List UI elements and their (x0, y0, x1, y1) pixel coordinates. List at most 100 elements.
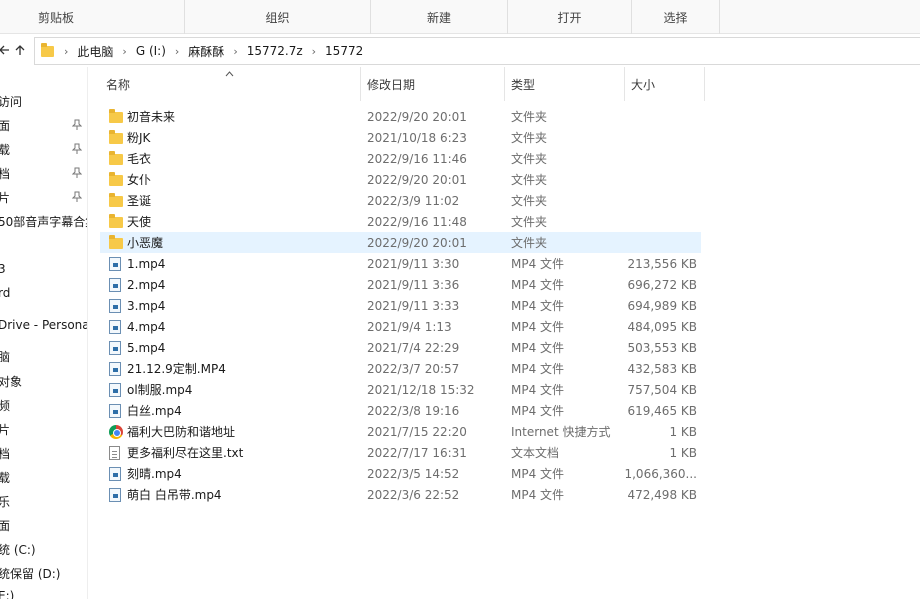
file-date: 2021/7/15 22:20 (367, 424, 467, 439)
file-row[interactable]: 21.12.9定制.MP4 2022/3/7 20:57 MP4 文件 432,583… (100, 358, 701, 379)
file-icon-cell (109, 253, 123, 274)
file-icon-cell (109, 400, 123, 421)
ribbon-group-select[interactable]: 选择 (632, 0, 720, 34)
sidebar-item[interactable]: 载 (0, 138, 87, 160)
file-row[interactable]: 天使 2022/9/16 11:48 文件夹 (100, 211, 701, 232)
file-size: 694,989 KB (627, 298, 697, 313)
sidebar-item[interactable]: rd (0, 282, 87, 304)
breadcrumb-this-pc[interactable]: 此电脑 (77, 43, 113, 60)
file-icon-cell (109, 169, 123, 190)
sidebar-item-label: E:) (0, 589, 15, 599)
file-name: 女仆 (127, 173, 152, 187)
sidebar-item-label: 档 (0, 165, 10, 182)
file-size (600, 169, 697, 190)
file-date: 2021/9/4 1:13 (367, 319, 452, 334)
sidebar-item[interactable]: 脑 (0, 345, 87, 367)
internet-shortcut-icon (109, 424, 123, 439)
ribbon-group-clipboard[interactable]: 剪贴板 (0, 0, 185, 34)
ribbon-group-new[interactable]: 新建 (371, 0, 508, 34)
breadcrumb-drive[interactable]: G (I:) (136, 44, 166, 58)
sidebar-item[interactable]: 3 (0, 258, 87, 280)
file-name: 更多福利尽在这里.txt (127, 446, 244, 460)
file-size: 432,583 KB (627, 361, 697, 376)
breadcrumb-current[interactable]: 15772 (325, 44, 363, 58)
file-row[interactable]: ol制服.mp4 2021/12/18 15:32 MP4 文件 757,504 KB (100, 379, 701, 400)
file-size (600, 127, 697, 148)
sidebar-item[interactable]: 载 (0, 466, 87, 488)
file-row[interactable]: 毛衣 2022/9/16 11:46 文件夹 (100, 148, 701, 169)
ribbon-group-label: 选择 (663, 11, 688, 25)
file-type: 文本文档 (511, 446, 560, 460)
file-row[interactable]: 1.mp4 2021/9/11 3:30 MP4 文件 213,556 KB (100, 253, 701, 274)
file-row[interactable]: 3.mp4 2021/9/11 3:33 MP4 文件 694,989 KB (100, 295, 701, 316)
file-row[interactable]: 更多福利尽在这里.txt 2022/7/17 16:31 文本文档 1 KB (100, 442, 701, 463)
sidebar-item-drive-d[interactable]: 统保留 (D:) (0, 562, 87, 584)
file-row[interactable]: 小恶魔 2022/9/20 20:01 文件夹 (100, 232, 701, 253)
file-size (600, 190, 697, 211)
ribbon-group-open[interactable]: 打开 (508, 0, 632, 34)
address-bar[interactable]: › 此电脑 › G (I:) › 麻酥酥 › 15772.7z › 15772 (34, 37, 920, 65)
file-icon-cell (109, 127, 123, 148)
file-name: 天使 (127, 215, 152, 229)
file-size: 619,465 KB (627, 403, 697, 418)
video-file-icon (109, 340, 121, 355)
file-type: 文件夹 (511, 215, 548, 229)
sidebar-item[interactable]: 档 (0, 162, 87, 184)
sidebar-item[interactable]: 访问 (0, 90, 87, 112)
file-row[interactable]: 5.mp4 2021/7/4 22:29 MP4 文件 503,553 KB (100, 337, 701, 358)
file-size (600, 232, 697, 253)
sidebar-item[interactable]: 片 (0, 418, 87, 440)
file-size: 1 KB (669, 445, 697, 460)
file-row[interactable]: 白丝.mp4 2022/3/8 19:16 MP4 文件 619,465 KB (100, 400, 701, 421)
file-icon-cell (109, 379, 123, 400)
file-name: 1.mp4 (127, 256, 166, 271)
sidebar-item[interactable]: 面 (0, 514, 87, 536)
file-name: 萌白 白吊带.mp4 (127, 488, 222, 502)
file-name: 小恶魔 (127, 236, 164, 250)
sidebar-item-label: 频 (0, 397, 10, 414)
sidebar-item[interactable]: 乐 (0, 490, 87, 512)
sidebar-item[interactable]: 面 (0, 114, 87, 136)
file-row[interactable]: 萌白 白吊带.mp4 2022/3/6 22:52 MP4 文件 472,498 KB (100, 484, 701, 505)
file-type: 文件夹 (511, 152, 548, 166)
sidebar-item[interactable]: 50部音声字幕合集 (0, 210, 87, 232)
file-row[interactable]: 福利大巴防和谐地址 2021/7/15 22:20 Internet 快捷方式 1 K… (100, 421, 701, 442)
sidebar-item[interactable]: 档 (0, 442, 87, 464)
file-row[interactable]: 刻晴.mp4 2022/3/5 14:52 MP4 文件 1,066,360... (100, 463, 701, 484)
arrow-up-icon[interactable] (10, 40, 30, 60)
breadcrumb-archive[interactable]: 15772.7z (247, 44, 303, 58)
file-date: 2022/3/6 22:52 (367, 487, 460, 502)
chevron-right-icon: › (233, 44, 238, 58)
file-size: 213,556 KB (627, 256, 697, 271)
file-row[interactable]: 4.mp4 2021/9/4 1:13 MP4 文件 484,095 KB (100, 316, 701, 337)
file-date: 2022/3/8 19:16 (367, 403, 460, 418)
file-name: 福利大巴防和谐地址 (127, 425, 236, 439)
column-header-type[interactable]: 类型 (505, 67, 625, 101)
sidebar-item[interactable]: 对象 (0, 370, 87, 392)
sidebar-item-drive-c[interactable]: 统 (C:) (0, 538, 87, 560)
sidebar-item[interactable]: 片 (0, 186, 87, 208)
file-date: 2022/9/16 11:48 (367, 214, 467, 229)
sidebar-item-label: 脑 (0, 348, 10, 365)
sidebar-item[interactable]: 频 (0, 394, 87, 416)
sidebar-item-label: 乐 (0, 493, 10, 510)
ribbon-group-label: 组织 (265, 11, 290, 25)
column-header-date[interactable]: 修改日期 (361, 67, 505, 101)
folder-icon (41, 42, 54, 57)
file-row[interactable]: 女仆 2022/9/20 20:01 文件夹 (100, 169, 701, 190)
file-type: MP4 文件 (511, 320, 565, 334)
ribbon-group-organize[interactable]: 组织 (185, 0, 371, 34)
sidebar-item[interactable]: Drive - Personal (0, 314, 87, 336)
file-name: ol制服.mp4 (127, 383, 193, 397)
file-row[interactable]: 2.mp4 2021/9/11 3:36 MP4 文件 696,272 KB (100, 274, 701, 295)
column-header-size[interactable]: 大小 (625, 67, 705, 101)
file-row[interactable]: 初音未来 2022/9/20 20:01 文件夹 (100, 106, 701, 127)
breadcrumb-folder[interactable]: 麻酥酥 (188, 43, 224, 60)
sidebar-item-drive-e[interactable]: E:) (0, 585, 87, 599)
column-header-label: 大小 (631, 77, 656, 92)
file-date: 2022/9/20 20:01 (367, 172, 467, 187)
column-header-label: 修改日期 (367, 77, 416, 92)
file-row[interactable]: 粉JK 2021/10/18 6:23 文件夹 (100, 127, 701, 148)
folder-icon (109, 151, 123, 165)
file-row[interactable]: 圣诞 2022/3/9 11:02 文件夹 (100, 190, 701, 211)
